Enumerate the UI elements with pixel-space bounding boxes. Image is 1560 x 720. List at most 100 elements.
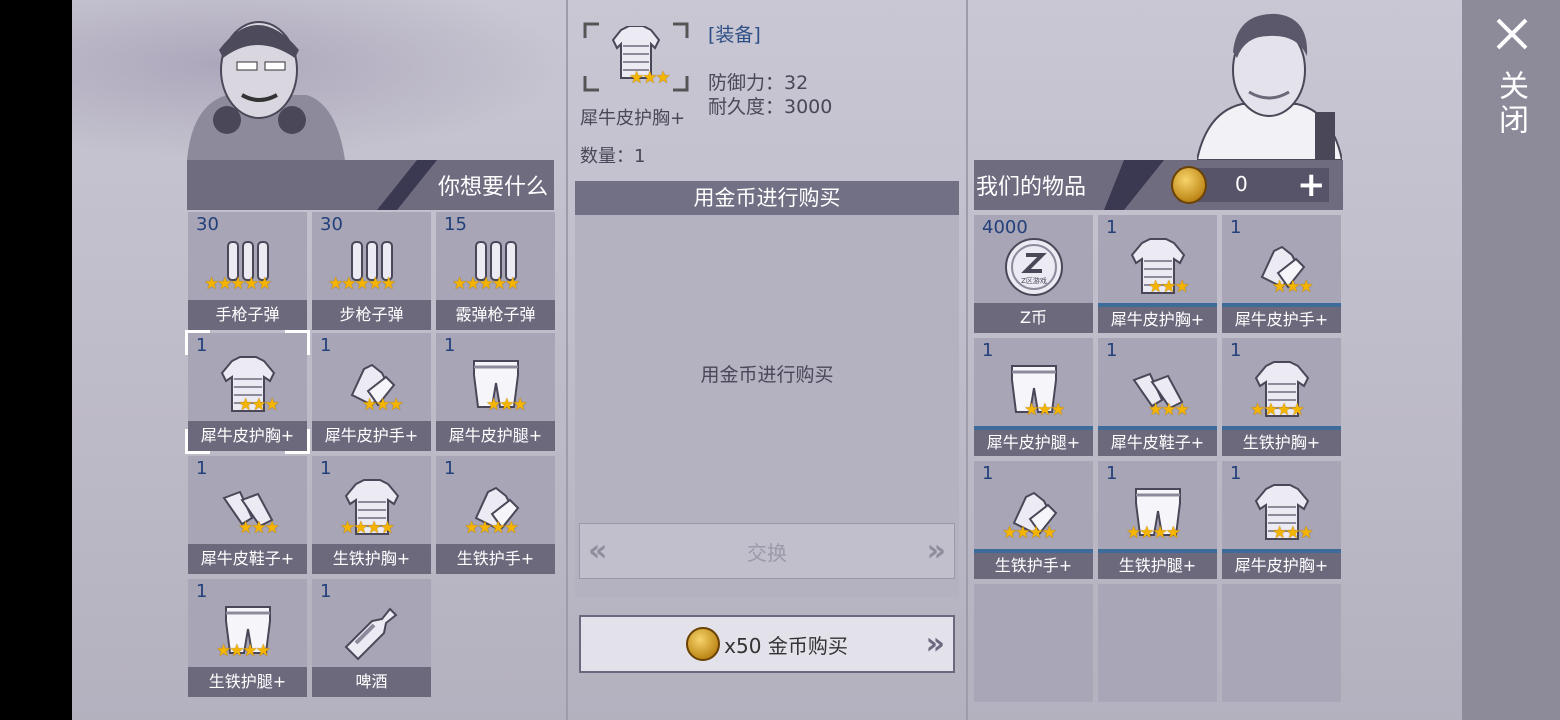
item-detail-panel: ★★★ 犀牛皮护胸+ [装备] 防御力：32 耐久度：3000 数量：1 用金币… — [567, 0, 967, 720]
star-rating: ★★★★ — [1126, 523, 1181, 543]
double-right-chevron-icon: » — [926, 533, 946, 569]
item-name: 生铁护腿+ — [188, 667, 307, 697]
item-name: 犀牛皮护胸+ — [1098, 303, 1217, 333]
star-rating: ★★★ — [1272, 523, 1314, 543]
exchange-button[interactable]: « 交换 » — [579, 523, 955, 579]
item-count: 1 — [1230, 340, 1242, 361]
item-name: 犀牛皮鞋子+ — [188, 544, 307, 574]
item-name: 犀牛皮护手+ — [312, 421, 431, 451]
item-count: 1 — [196, 458, 208, 479]
item-cell[interactable]: 1 ★★★ 犀牛皮护手+ — [312, 333, 431, 451]
item-cell[interactable]: 1 ★★★ 犀牛皮护腿+ — [436, 333, 555, 451]
double-left-chevron-icon: « — [588, 533, 608, 569]
close-panel: 关闭 — [1462, 0, 1560, 720]
detail-stars: ★★★ — [629, 68, 671, 88]
item-cell[interactable]: 1 ★★★★ 生铁护胸+ — [1222, 338, 1341, 456]
header-accent-shape — [1104, 160, 1164, 210]
coin-balance-value: 0 — [1235, 172, 1248, 196]
item-name: 犀牛皮护胸+ — [1222, 549, 1341, 579]
item-cell[interactable]: 30 ★★★★★ 手枪子弹 — [188, 212, 307, 330]
star-rating: ★★★ — [238, 518, 280, 538]
gold-coin-icon — [1171, 166, 1207, 204]
item-cell[interactable]: 1 ★★★ 犀牛皮鞋子+ — [188, 456, 307, 574]
star-rating: ★★★ — [486, 395, 528, 415]
star-rating: ★★★★ — [464, 518, 519, 538]
item-count: 1 — [196, 581, 208, 602]
item-count: 1 — [982, 463, 994, 484]
item-cell[interactable]: 1 ★★★★ 生铁护手+ — [974, 461, 1093, 579]
item-name: 犀牛皮护腿+ — [974, 426, 1093, 456]
item-cell[interactable]: 1 ★★★ 犀牛皮护胸+ — [1098, 215, 1217, 333]
item-cell[interactable]: 1 ★★★ 犀牛皮护手+ — [1222, 215, 1341, 333]
item-cell[interactable]: 1 ★★★★ 生铁护胸+ — [312, 456, 431, 574]
item-name: 生铁护手+ — [974, 549, 1093, 579]
gold-coin-icon — [686, 627, 721, 661]
item-name: 犀牛皮鞋子+ — [1098, 426, 1217, 456]
item-cell[interactable]: 1 ★★★ 犀牛皮护胸+ — [1222, 461, 1341, 579]
buy-with-gold-bar: 用金币进行购买 — [575, 181, 959, 215]
item-name: 步枪子弹 — [312, 300, 431, 330]
item-cell[interactable]: 15 ★★★★★ 霰弹枪子弹 — [436, 212, 555, 330]
buy-button-label: x50 金币购买 — [724, 633, 848, 658]
exchange-label: 交换 — [747, 540, 787, 565]
item-count: 30 — [320, 214, 343, 235]
item-name: 犀牛皮护手+ — [1222, 303, 1341, 333]
detail-quantity: 数量：1 — [580, 146, 646, 167]
item-cell[interactable]: 1 ★★★★ 生铁护手+ — [436, 456, 555, 574]
item-count: 1 — [1230, 463, 1242, 484]
selection-corner — [185, 330, 210, 355]
star-rating: ★★★ — [238, 395, 280, 415]
item-cell[interactable]: 1 ★★★ 犀牛皮护腿+ — [974, 338, 1093, 456]
buy-with-gold-button[interactable]: x50 金币购买 » — [579, 615, 955, 673]
item-count: 1 — [444, 335, 456, 356]
star-rating: ★★★ — [1148, 277, 1190, 297]
item-cell[interactable]: 1 ★★★★ 生铁护腿+ — [1098, 461, 1217, 579]
item-cell[interactable]: 4000 Z区游戏 Z币 — [974, 215, 1093, 333]
item-count: 1 — [1106, 340, 1118, 361]
detail-durability: 耐久度：3000 — [708, 96, 833, 118]
star-rating: ★★★★ — [1002, 523, 1057, 543]
z-coin-icon: Z区游戏 — [1004, 237, 1064, 297]
trade-screen: 你想要什么 30 ★★★★★ 手枪子弹 30 ★★★★★ 步枪子弹 15 ★★★★★ 霰弹枪子弹… — [72, 0, 1462, 720]
item-count: 1 — [320, 335, 332, 356]
item-name: 犀牛皮护腿+ — [436, 421, 555, 451]
right-header: 我们的物品 0 + — [974, 160, 1343, 210]
item-cell[interactable]: 1 ★★★ 犀牛皮鞋子+ — [1098, 338, 1217, 456]
item-cell[interactable]: 1 ★★★ 犀牛皮护胸+ — [185, 330, 310, 454]
right-header-title: 我们的物品 — [976, 175, 1087, 200]
star-rating: ★★★★★ — [452, 274, 520, 294]
item-name: 生铁护腿+ — [1098, 549, 1217, 579]
close-label[interactable]: 关闭 — [1492, 70, 1532, 138]
star-rating: ★★★ — [1024, 400, 1066, 420]
header-accent-shape — [377, 160, 437, 210]
item-name: 啤酒 — [312, 667, 431, 697]
item-count: 30 — [196, 214, 219, 235]
selection-corner — [285, 429, 310, 454]
item-name: 手枪子弹 — [188, 300, 307, 330]
item-name: Z币 — [974, 303, 1093, 333]
left-header: 你想要什么 — [187, 160, 554, 210]
star-rating: ★★★★ — [216, 641, 271, 661]
item-name: 生铁护手+ — [436, 544, 555, 574]
add-coins-button[interactable]: + — [1297, 165, 1326, 205]
item-count: 1 — [320, 458, 332, 479]
empty-slot — [1098, 584, 1217, 702]
detail-category: [装备] — [708, 24, 761, 46]
item-count: 1 — [444, 458, 456, 479]
buy-message: 用金币进行购买 — [700, 364, 834, 386]
close-icon — [1496, 18, 1528, 50]
selection-corner — [285, 330, 310, 355]
item-name: 霰弹枪子弹 — [436, 300, 555, 330]
item-count: 1 — [320, 581, 332, 602]
player-portrait-right — [1197, 12, 1342, 160]
item-cell[interactable]: 30 ★★★★★ 步枪子弹 — [312, 212, 431, 330]
item-name: 生铁护胸+ — [312, 544, 431, 574]
star-rating: ★★★★★ — [204, 274, 272, 294]
item-cell[interactable]: 1 啤酒 — [312, 579, 431, 697]
item-cell[interactable]: 1 ★★★★ 生铁护腿+ — [188, 579, 307, 697]
coin-balance: 0 + — [1171, 165, 1329, 205]
star-rating: ★★★★ — [340, 518, 395, 538]
close-button[interactable] — [1492, 14, 1532, 54]
empty-slot — [974, 584, 1093, 702]
item-count: 1 — [982, 340, 994, 361]
